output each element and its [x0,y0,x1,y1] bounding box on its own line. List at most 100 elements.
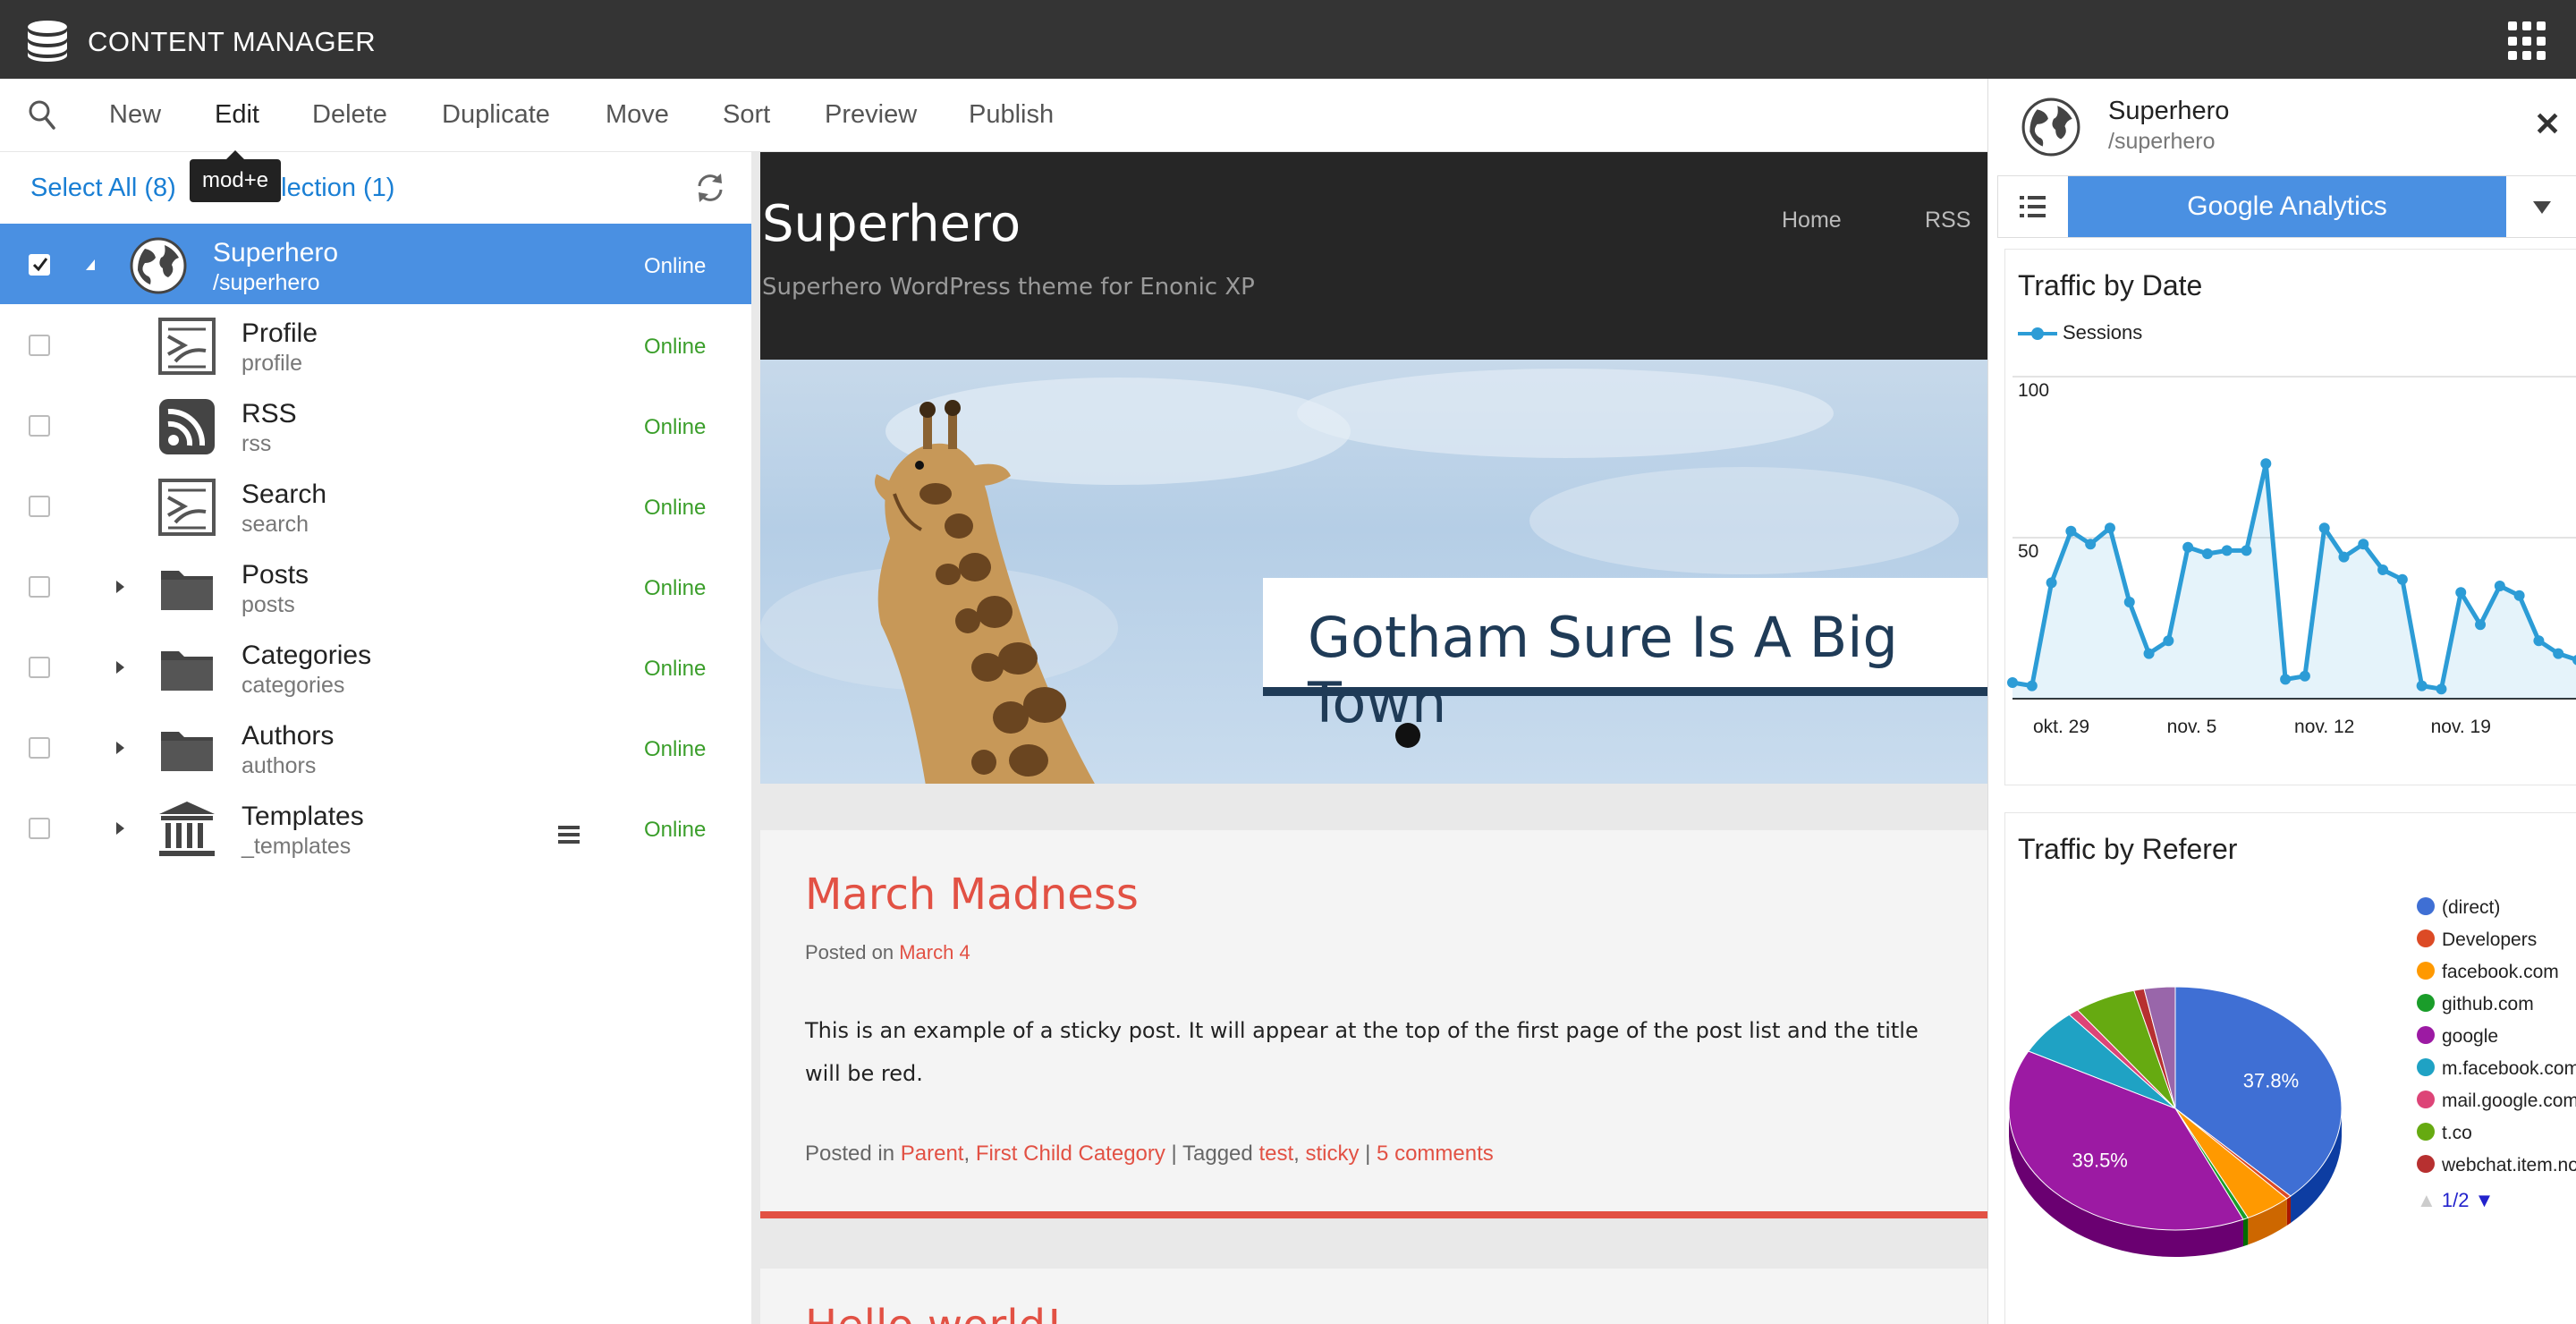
tooltip: mod+e [190,150,282,202]
pager-up-icon[interactable]: ▲ [2417,1189,2436,1211]
row-checkbox[interactable] [29,737,50,759]
data-point [2396,573,2408,585]
page-icon [158,479,216,536]
legend-item: m.facebook.com [2417,1058,2576,1091]
post-date-link[interactable]: March 4 [899,941,970,963]
legend-swatch [2417,994,2435,1013]
data-point [2201,548,2213,559]
data-point [2260,458,2272,470]
tree-item-name: RSS [242,399,297,429]
traffic-by-date-card: Traffic by Date Sessions 100 50 okt. 29 nov… [2004,249,2576,785]
tree-item-path: rss [242,431,272,456]
tree-item-name: Categories [242,641,372,670]
data-point [2280,674,2292,685]
tag-link[interactable]: test [1258,1142,1293,1166]
legend-label: google [2442,1026,2499,1047]
duplicate-button[interactable]: Duplicate [442,100,550,130]
tree-row-search[interactable]: Search search Online [0,465,751,546]
selection-bar: Select All (8) election (1) [0,152,751,224]
page-icon [158,318,216,375]
data-point [2553,648,2564,659]
tree-item-path: profile [242,351,303,376]
globe-icon [130,237,187,294]
rss-icon [159,399,215,454]
tree-item-path: _templates [242,834,352,859]
site-title[interactable]: Superhero [762,195,1021,253]
row-checkbox[interactable] [29,415,50,437]
legend-item: google [2417,1026,2576,1058]
post-card: March Madness Posted on March 4 This is … [760,830,1987,1218]
expand-arrow-icon[interactable] [113,658,127,676]
category-link[interactable]: Parent [901,1142,964,1166]
legend-swatch [2417,962,2435,980]
y-tick-label: 50 [2018,541,2038,562]
tree-row-rss[interactable]: RSS rss Online [0,385,751,465]
post-title[interactable]: March Madness [805,870,1139,920]
legend-item: mail.google.com [2417,1091,2576,1123]
refresh-icon[interactable] [692,170,728,206]
show-selection-link[interactable]: election (1) [267,174,394,203]
delete-button[interactable]: Delete [312,100,387,130]
data-point [2436,683,2447,695]
tree-row-posts[interactable]: Posts posts Online [0,546,751,626]
tree-row-templates[interactable]: Templates _templates Online [0,787,751,868]
row-checkbox[interactable] [29,657,50,678]
row-checkbox[interactable] [29,818,50,839]
legend-label: (direct) [2442,897,2501,918]
row-checkbox[interactable] [29,254,50,276]
status-badge: Online [644,254,707,278]
app-grid-icon[interactable] [2508,21,2547,61]
widget-dropdown-value[interactable]: Google Analytics [2068,176,2506,237]
expand-arrow-icon[interactable] [113,578,127,596]
expand-arrow-icon[interactable] [113,739,127,757]
site-subtitle: Superhero WordPress theme for Enonic XP [762,274,1255,301]
legend-label: m.facebook.com [2442,1058,2576,1079]
tree-item-name: Search [242,480,327,509]
comments-link[interactable]: 5 comments [1377,1142,1494,1166]
tree-item-path: /superhero [213,270,320,295]
data-point [2143,648,2155,659]
search-icon[interactable] [27,98,57,132]
tree-item-name: Templates [242,802,364,831]
legend-swatch [2417,929,2435,948]
folder-icon [161,651,213,691]
legend-item: (direct) [2417,897,2576,929]
data-point [2494,581,2505,591]
legend-pager[interactable]: ▲ 1/2 ▼ [2417,1189,2494,1212]
publish-button[interactable]: Publish [969,100,1054,130]
collapse-arrow-icon[interactable] [82,256,97,274]
category-link[interactable]: First Child Category [976,1142,1165,1166]
nav-home-link[interactable]: Home [1782,208,1842,233]
chevron-down-icon[interactable] [2508,176,2576,237]
tag-link[interactable]: sticky [1305,1142,1359,1166]
close-icon[interactable]: ✕ [2534,106,2561,143]
pager-down-icon[interactable]: ▼ [2475,1189,2495,1211]
select-all-link[interactable]: Select All (8) [30,174,176,203]
legend-swatch [2417,1091,2435,1109]
new-button[interactable]: New [109,100,161,130]
sort-button[interactable]: Sort [723,100,770,130]
row-checkbox[interactable] [29,335,50,356]
slider-dot[interactable] [1395,723,1420,748]
post-title[interactable]: Hello world! [805,1301,1063,1324]
tree-row-profile[interactable]: Profile profile Online [0,304,751,385]
preview-button[interactable]: Preview [825,100,917,130]
data-point [2104,522,2115,534]
expand-arrow-icon[interactable] [113,819,127,837]
tree-row-categories[interactable]: Categories categories Online [0,626,751,707]
list-icon[interactable] [1998,176,2068,237]
row-checkbox[interactable] [29,576,50,598]
tree-item-name: Superhero [213,238,339,267]
legend-label: facebook.com [2442,962,2559,982]
move-button[interactable]: Move [606,100,669,130]
row-checkbox[interactable] [29,496,50,517]
edit-button[interactable]: Edit [215,100,259,130]
tree-row-superhero[interactable]: Superhero /superhero Online [0,224,751,304]
data-point [2513,590,2525,601]
status-badge: Online [644,818,707,842]
tree-item-name: Posts [242,560,309,590]
legend-swatch [2417,1123,2435,1142]
menu-icon[interactable] [558,825,580,844]
tree-row-authors[interactable]: Authors authors Online [0,707,751,787]
nav-rss-link[interactable]: RSS [1925,208,1970,233]
